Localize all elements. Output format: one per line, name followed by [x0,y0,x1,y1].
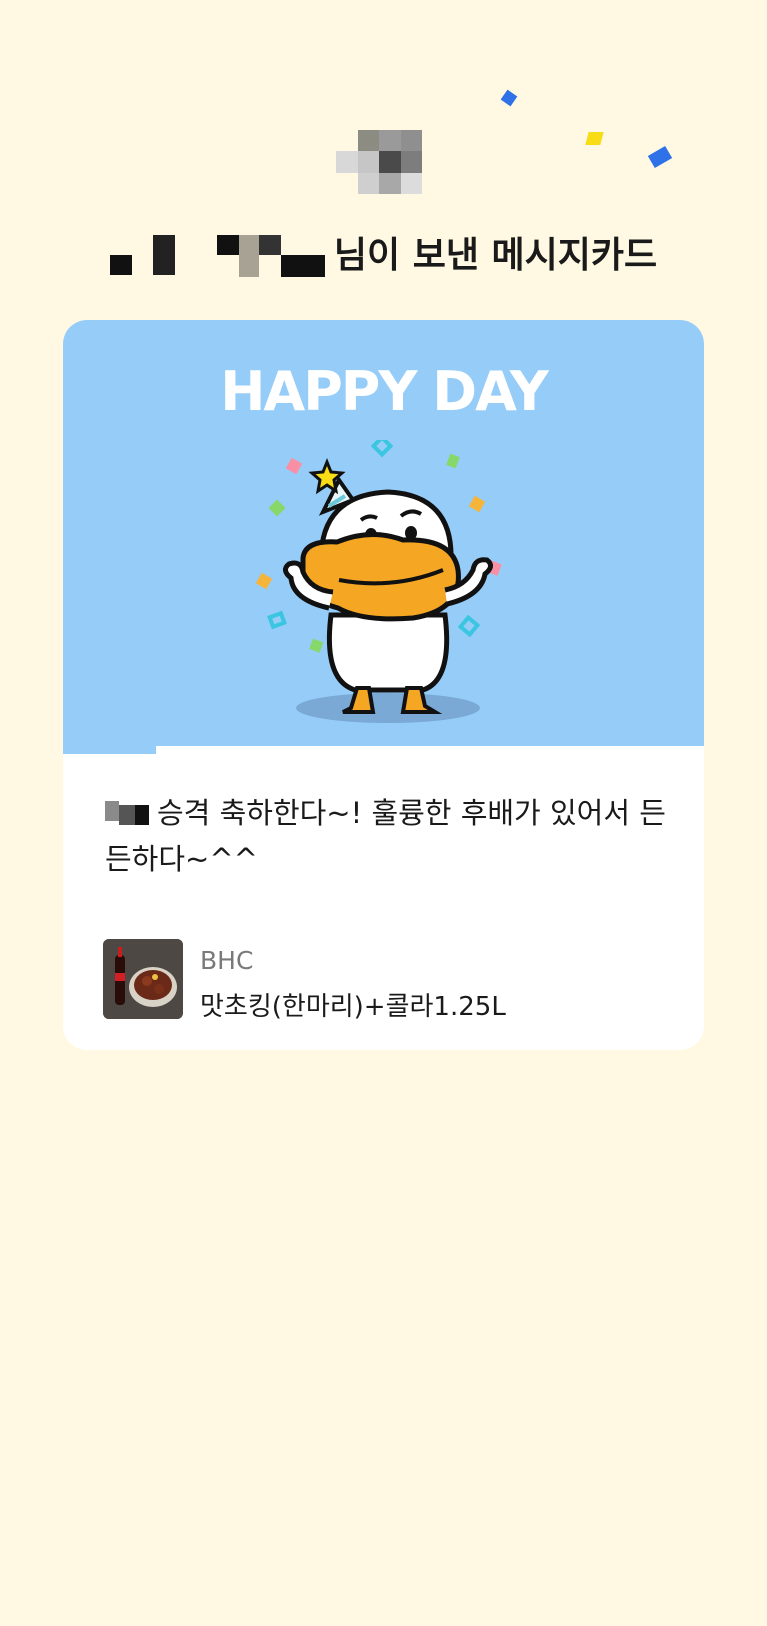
chicken-and-cola-image [103,939,183,1019]
page-title: 님이 보낸 메시지카드 [0,226,767,279]
product-image[interactable] [103,939,183,1019]
masked-recipient-name [105,801,149,825]
card-illustration-edge [63,746,156,754]
card-illustration: HAPPY DAY [63,320,704,746]
card-image-title: HAPPY DAY [220,360,549,423]
confetti-piece [585,132,604,145]
card-message: 승격 축하한다~! 훌륭한 후배가 있어서 든든하다~^^ [105,790,675,882]
message-card: HAPPY DAY 승격 축하한다~! 훌륭한 후배가 있어서 든든하다~^^ … [63,320,704,1050]
product-brand: BHC [200,946,254,975]
celebrating-duck-character [255,440,502,723]
product-name[interactable]: 맛초킹(한마리)+콜라1.25L [200,986,506,1023]
masked-sender-name [109,235,332,279]
sender-avatar-blurred [336,130,422,194]
confetti-piece [500,89,518,107]
card-message-text: 승격 축하한다~! 훌륭한 후배가 있어서 든든하다~^^ [105,796,666,876]
heading-text: 님이 보낸 메시지카드 [333,235,658,276]
confetti-piece [647,145,673,169]
